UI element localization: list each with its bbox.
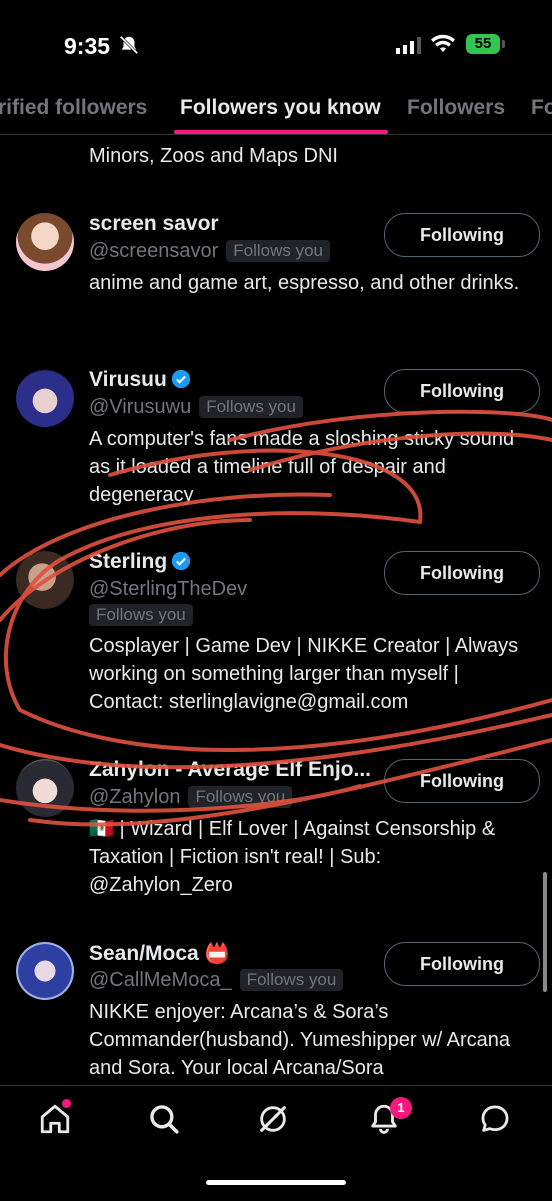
user-name: Sterling xyxy=(89,550,168,573)
follows-you-badge: Follows you xyxy=(199,396,303,418)
user-handle-row: @CallMeMoca_ Follows you xyxy=(89,969,344,992)
home-indicator xyxy=(206,1180,346,1185)
avatar[interactable] xyxy=(16,942,74,1000)
search-icon[interactable] xyxy=(147,1102,181,1136)
following-button[interactable]: Following xyxy=(384,759,540,803)
user-list[interactable]: Minors, Zoos and Maps DNI screen savor @… xyxy=(0,135,552,1085)
scrollbar[interactable] xyxy=(543,872,547,992)
notification-count-badge: 1 xyxy=(390,1097,412,1119)
grok-icon[interactable] xyxy=(256,1102,290,1136)
following-button[interactable]: Following xyxy=(384,942,540,986)
followers-tabs: rified followers Followers you know Foll… xyxy=(0,86,552,135)
avatar[interactable] xyxy=(16,369,74,427)
user-handle: @CallMeMoca_ xyxy=(89,969,232,991)
user-bio: A computer's fans made a sloshing sticky… xyxy=(89,428,515,506)
user-bio: Cosplayer | Game Dev | NIKKE Creator | A… xyxy=(89,635,519,713)
tab-followers-you-know[interactable]: Followers you know xyxy=(180,96,381,120)
avatar[interactable] xyxy=(16,213,74,271)
user-handle-row: @Zahylon Follows you xyxy=(89,786,293,809)
verified-badge-icon xyxy=(171,369,190,389)
silent-mode-icon xyxy=(119,35,139,55)
avatar[interactable] xyxy=(16,551,74,609)
follows-you-badge: Follows you xyxy=(188,786,293,808)
name-badge-icon: 📛 xyxy=(204,943,230,965)
user-bio: 🇲🇽 | Wizard | Elf Lover | Against Censor… xyxy=(89,818,496,896)
user-handle-row: @Virusuwu Follows you xyxy=(89,396,303,419)
tab-verified-followers[interactable]: rified followers xyxy=(0,96,147,120)
following-button[interactable]: Following xyxy=(384,551,540,595)
tab-followers[interactable]: Followers xyxy=(407,96,505,120)
user-name-row[interactable]: Sean/Moca 📛 xyxy=(89,941,229,966)
active-tab-indicator xyxy=(174,130,388,134)
user-handle-row: @screensavor Follows you xyxy=(89,240,331,263)
user-name[interactable]: Zahylon - Average Elf Enjo... xyxy=(89,758,371,782)
user-handle: @Virusuwu xyxy=(89,396,192,418)
user-name: Sean/Moca xyxy=(89,942,199,965)
user-handle: @Zahylon xyxy=(89,786,181,808)
following-button[interactable]: Following xyxy=(384,213,540,257)
follows-you-badge: Follows you xyxy=(226,240,331,262)
user-name-row[interactable]: Virusuu xyxy=(89,368,191,392)
follows-you-badge: Follows you xyxy=(89,604,193,626)
messages-icon[interactable] xyxy=(478,1102,512,1136)
user-name-row[interactable]: Sterling xyxy=(89,550,191,574)
signal-icon xyxy=(396,37,421,54)
wifi-icon xyxy=(431,34,455,52)
battery-cap xyxy=(502,40,505,48)
status-bar: 9:35 55 xyxy=(0,0,552,86)
partial-bio: Minors, Zoos and Maps DNI xyxy=(89,145,338,167)
user-name: Virusuu xyxy=(89,368,167,391)
user-bio: NIKKE enjoyer: Arcana’s & Sora’s Command… xyxy=(89,1001,510,1079)
avatar[interactable] xyxy=(16,759,74,817)
following-button[interactable]: Following xyxy=(384,369,540,413)
tab-following[interactable]: Fo xyxy=(531,96,552,120)
follows-you-badge: Follows you xyxy=(239,969,344,991)
verified-badge-icon xyxy=(172,551,191,571)
home-unread-dot xyxy=(62,1099,71,1108)
user-bio: anime and game art, espresso, and other … xyxy=(89,272,520,294)
clock: 9:35 xyxy=(64,33,111,59)
user-handle: @SterlingTheDev xyxy=(89,578,248,600)
user-name[interactable]: screen savor xyxy=(89,212,219,236)
battery-indicator: 55 xyxy=(466,34,500,54)
user-handle: @screensavor xyxy=(89,240,219,262)
